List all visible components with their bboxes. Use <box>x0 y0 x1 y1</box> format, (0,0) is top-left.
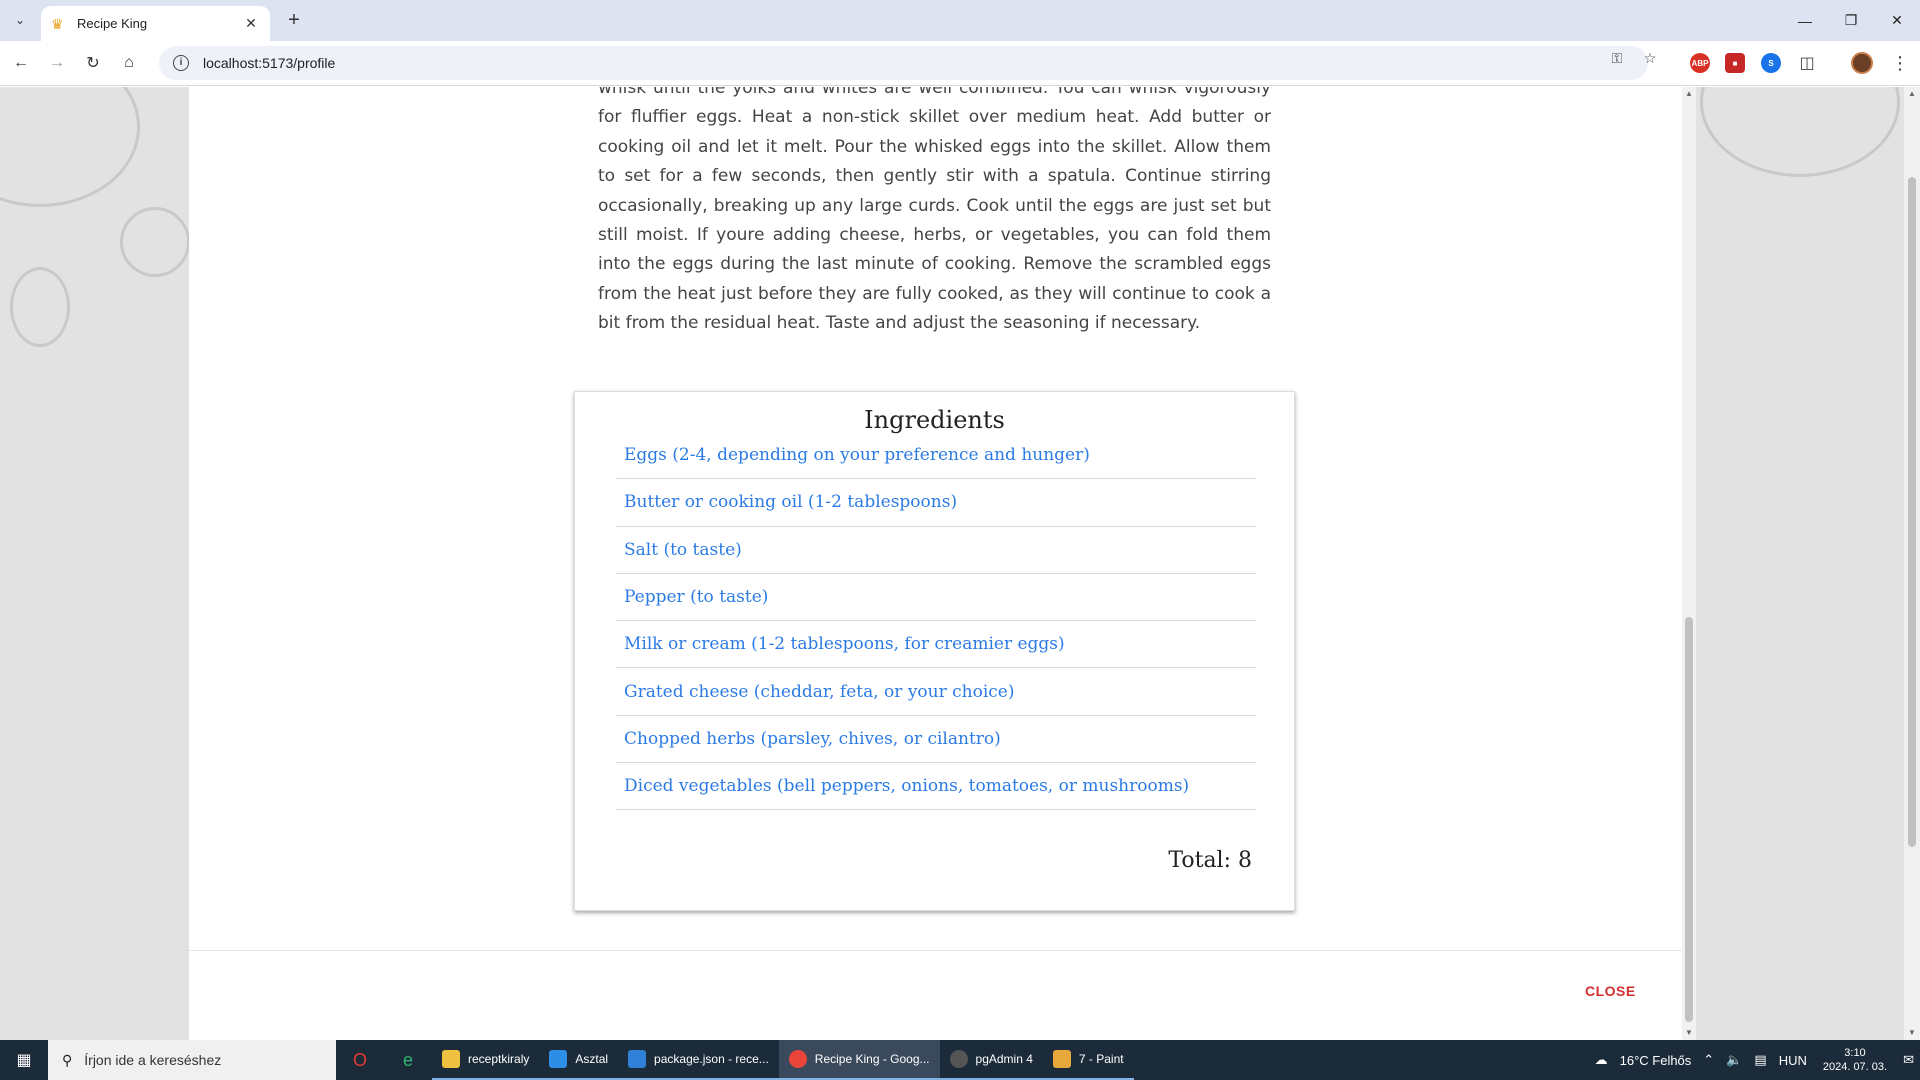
search-icon: ⚲ <box>62 1051 73 1068</box>
clock-time: 3:10 <box>1844 1047 1866 1059</box>
doodle-dish <box>0 87 140 207</box>
language-indicator[interactable]: HUN <box>1779 1053 1807 1068</box>
new-tab-button[interactable]: + <box>282 9 306 33</box>
scroll-down-icon[interactable]: ▼ <box>1682 1026 1696 1040</box>
edge-icon[interactable]: e <box>384 1040 432 1080</box>
opera-icon[interactable]: O <box>336 1040 384 1080</box>
extension-red-icon[interactable]: ■ <box>1725 53 1745 73</box>
weather-text[interactable]: 16°C Felhős <box>1620 1053 1692 1068</box>
search-placeholder: Írjon ide a kereséshez <box>84 1052 222 1068</box>
windows-taskbar: ▦ ⚲ Írjon ide a kereséshez O e receptkir… <box>0 1040 1920 1080</box>
minimize-button[interactable]: — <box>1782 0 1828 41</box>
app-label: receptkiraly <box>468 1052 530 1066</box>
taskbar-app-pgadmin[interactable]: pgAdmin 4 <box>939 1040 1043 1080</box>
app-label: pgAdmin 4 <box>975 1052 1033 1066</box>
modal-scrollbar[interactable]: ▲ ▼ <box>1682 87 1696 1040</box>
desktop-icon <box>549 1050 568 1068</box>
chevron-down-icon: ⌄ <box>14 13 26 27</box>
close-tab-icon[interactable]: ✕ <box>242 15 260 32</box>
tab-search-button[interactable]: ⌄ <box>8 8 32 32</box>
clock[interactable]: 3:10 2024. 07. 03. <box>1823 1046 1887 1074</box>
ingredients-title: Ingredients <box>864 406 1005 434</box>
ingredient-item[interactable]: Grated cheese (cheddar, feta, or your ch… <box>616 668 1256 716</box>
folder-icon <box>442 1050 460 1068</box>
paint-icon <box>1052 1050 1071 1068</box>
page-scroll-down-icon[interactable]: ▼ <box>1904 1026 1920 1040</box>
modal-scroll-thumb[interactable] <box>1685 617 1693 1022</box>
ingredients-total: Total: 8 <box>1168 848 1252 873</box>
app-label: Recipe King - Goog... <box>814 1052 930 1066</box>
taskbar-app-receptkiraly[interactable]: receptkiraly <box>432 1040 540 1080</box>
ingredients-list: Eggs (2-4, depending on your preference … <box>616 432 1256 811</box>
ingredient-item[interactable]: Chopped herbs (parsley, chives, or cilan… <box>616 716 1256 764</box>
clock-date: 2024. 07. 03. <box>1822 1061 1888 1073</box>
chevron-up-icon[interactable]: ⌃ <box>1703 1052 1714 1068</box>
page-scroll-up-icon[interactable]: ▲ <box>1904 87 1920 101</box>
home-button[interactable]: ⌂ <box>115 49 143 77</box>
crown-icon: ♛ <box>51 15 64 32</box>
restore-button[interactable]: ❐ <box>1828 0 1874 41</box>
doodle-tomato <box>10 267 70 347</box>
forward-button[interactable]: → <box>43 49 71 77</box>
taskbar-app-paint[interactable]: 7 - Paint <box>1042 1040 1134 1080</box>
doodle-pizza <box>1700 87 1900 177</box>
vscode-icon <box>628 1050 647 1068</box>
taskbar-app-asztal[interactable]: Asztal <box>539 1040 619 1080</box>
extension-blue-icon[interactable]: S <box>1761 53 1781 73</box>
pgadmin-icon <box>949 1050 968 1068</box>
page-background: whisk until the yolks and whites are wel… <box>0 87 1920 1040</box>
tab-title: Recipe King <box>77 16 148 31</box>
ingredient-item[interactable]: Butter or cooking oil (1-2 tablespoons) <box>616 479 1256 527</box>
url-text: localhost:5173/profile <box>203 55 336 71</box>
ingredient-item[interactable]: Eggs (2-4, depending on your preference … <box>616 432 1256 480</box>
modal-footer-divider <box>189 950 1682 951</box>
bookmark-star-icon[interactable]: ☆ <box>1640 50 1660 70</box>
back-button[interactable]: ← <box>7 49 35 77</box>
windows-start-button[interactable]: ▦ <box>0 1040 48 1080</box>
doodle-plate <box>120 207 190 277</box>
tab-strip: ⌄ ♛ Recipe King ✕ + — ❐ ✕ <box>0 0 1920 41</box>
scroll-up-icon[interactable]: ▲ <box>1682 87 1696 101</box>
ingredients-card: Ingredients Eggs (2-4, depending on your… <box>574 391 1295 911</box>
extensions-puzzle-icon[interactable]: ◫ <box>1797 53 1817 73</box>
adblock-icon[interactable]: ABP <box>1690 53 1710 73</box>
browser-tab[interactable]: ♛ Recipe King ✕ <box>41 6 270 41</box>
password-key-icon[interactable]: ⚿ <box>1607 50 1627 70</box>
close-button[interactable]: CLOSE <box>1585 983 1636 999</box>
page-scrollbar[interactable]: ▲ ▼ <box>1904 87 1920 1040</box>
page-scroll-thumb[interactable] <box>1908 177 1916 847</box>
ingredient-item[interactable]: Pepper (to taste) <box>616 574 1256 622</box>
taskbar-search[interactable]: ⚲ Írjon ide a kereséshez <box>48 1040 336 1080</box>
reload-button[interactable]: ↻ <box>79 49 107 77</box>
browser-toolbar: ← → ↻ ⌂ i localhost:5173/profile ⚿ ☆ ABP… <box>0 41 1920 86</box>
ingredient-item[interactable]: Salt (to taste) <box>616 527 1256 574</box>
ingredient-item[interactable]: Diced vegetables (bell peppers, onions, … <box>616 763 1256 811</box>
cloud-icon[interactable]: ☁ <box>1595 1052 1608 1068</box>
chrome-icon <box>788 1050 807 1068</box>
close-window-button[interactable]: ✕ <box>1874 0 1920 41</box>
system-tray: ☁ 16°C Felhős ⌃ 🔈 ▤ HUN 3:10 2024. 07. 0… <box>1589 1040 1920 1080</box>
taskbar-app-chrome[interactable]: Recipe King - Goog... <box>778 1040 940 1080</box>
app-label: 7 - Paint <box>1078 1052 1124 1066</box>
profile-avatar[interactable] <box>1851 52 1873 74</box>
browser-menu-button[interactable]: ⋮ <box>1886 49 1914 77</box>
app-label: Asztal <box>575 1052 609 1066</box>
app-label: package.json - rece... <box>654 1052 769 1066</box>
address-bar[interactable]: i localhost:5173/profile <box>159 46 1648 80</box>
recipe-instructions: whisk until the yolks and whites are wel… <box>598 87 1271 334</box>
taskbar-app-vscode[interactable]: package.json - rece... <box>618 1040 779 1080</box>
site-info-icon[interactable]: i <box>173 55 189 71</box>
network-icon[interactable]: ▤ <box>1754 1052 1766 1068</box>
ingredient-item[interactable]: Milk or cream (1-2 tablespoons, for crea… <box>616 621 1256 669</box>
speaker-icon[interactable]: 🔈 <box>1726 1052 1742 1068</box>
notification-icon[interactable]: ✉ <box>1903 1052 1914 1068</box>
